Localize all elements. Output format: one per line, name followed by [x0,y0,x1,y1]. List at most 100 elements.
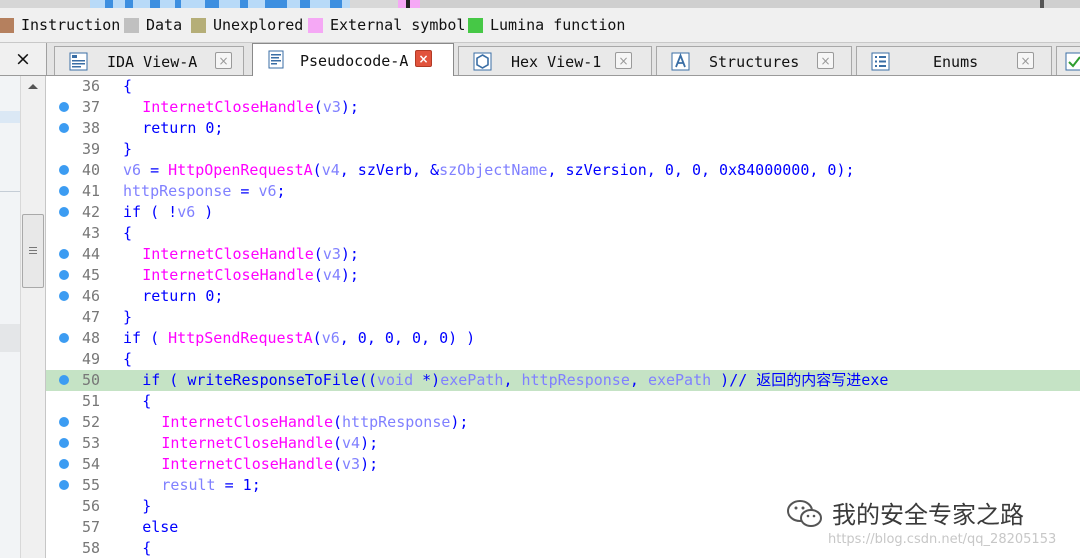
code-line[interactable]: 49 { [46,349,1080,370]
tab-hex-view-1[interactable]: Hex View-1 × [458,46,652,75]
breakpoint-dot-icon[interactable] [59,102,69,112]
code-line[interactable]: 52 InternetCloseHandle(httpResponse); [46,412,1080,433]
code-text: InternetCloseHandle(v3); [161,455,378,474]
breakpoint-dot-icon[interactable] [59,249,69,259]
code-token: { [123,350,133,368]
code-line[interactable]: 40 v6 = HttpOpenRequestA(v4, szVerb, &szO… [46,160,1080,181]
code-line[interactable]: 39} [46,139,1080,160]
breakpoint-dot-icon[interactable] [59,333,69,343]
code-token: ( [332,413,343,431]
code-token: return 0; [142,287,224,305]
code-token: = [231,182,259,200]
tab-structures[interactable]: Structures × [656,46,852,75]
breakpoint-dot-icon[interactable] [59,123,69,133]
code-line[interactable]: 42 if ( !v6 ) [46,202,1080,223]
code-line[interactable]: 43 { [46,223,1080,244]
code-line[interactable]: 48 if ( HttpSendRequestA(v6, 0, 0, 0, 0) … [46,328,1080,349]
pseudocode-view[interactable]: 36{37 InternetCloseHandle(v3); 38 return 0;… [46,76,1080,558]
code-line[interactable]: 37 InternetCloseHandle(v3); [46,97,1080,118]
line-number: 53 [81,434,100,452]
pseudocode-icon [268,50,284,69]
code-text: return 0; [142,119,223,138]
line-number: 58 [81,539,100,557]
function-name: InternetCloseHandle [161,434,333,452]
legend-swatch [0,17,14,33]
code-line-highlighted[interactable]: 50 if ( writeResponseToFile((void *)exePa… [46,370,1080,391]
vertical-scrollbar[interactable] [20,76,46,558]
tab-label: Enums [933,53,979,71]
code-token: ); [340,245,359,263]
code-line[interactable]: 53 InternetCloseHandle(v4); [46,433,1080,454]
code-text: if ( HttpSendRequestA(v6, 0, 0, 0, 0) ) [123,329,475,348]
breakpoint-dot-icon[interactable] [59,375,69,385]
legend-item-unexplored: Unexplored [191,16,303,34]
code-line[interactable]: 51 { [46,391,1080,412]
breakpoint-dot-icon[interactable] [59,417,69,427]
legend-bar: Instruction Data Unexplored External sym… [0,8,1080,43]
grip-line [29,247,37,248]
code-text: InternetCloseHandle(v4); [161,434,378,453]
code-line[interactable]: 36 { [46,76,1080,97]
scrollbar-thumb[interactable] [22,214,44,288]
code-token: , szVerb, & [339,161,440,179]
selected-row[interactable] [0,111,20,123]
legend-label: Lumina function [490,16,626,34]
code-text: } [123,140,132,159]
code-line[interactable]: 47} [46,307,1080,328]
close-icon[interactable]: × [817,52,834,69]
code-token: ); [450,413,469,431]
graph-view-icon [69,52,88,71]
breakpoint-dot-icon[interactable] [59,438,69,448]
tab-pseudocode-a[interactable]: Pseudocode-A × [252,43,454,76]
code-token: { [123,224,133,242]
identifier: v6 [177,203,196,221]
scroll-up-arrow-icon[interactable] [21,76,45,98]
breakpoint-dot-icon[interactable] [59,207,69,217]
identifier: v3 [322,98,341,116]
tab-ida-view-a[interactable]: IDA View-A × [54,46,244,75]
code-line[interactable]: 38 return 0; [46,118,1080,139]
code-line[interactable]: 41 httpResponse = v6; [46,181,1080,202]
line-number: 41 [81,182,100,200]
legend-item-lumina-function: Lumina function [468,16,625,34]
navigation-band[interactable] [0,0,1080,8]
left-panel[interactable] [0,76,20,558]
line-number: 38 [81,119,100,137]
code-text: InternetCloseHandle(v3); [142,245,359,264]
code-line[interactable]: 44 InternetCloseHandle(v3); [46,244,1080,265]
tab-label: Pseudocode-A [300,52,409,70]
line-number: 55 [81,476,100,494]
tab-enums[interactable]: Enums × [856,46,1052,75]
function-name: InternetCloseHandle [142,266,314,284]
close-panel-button[interactable]: × [0,43,47,75]
breakpoint-dot-icon[interactable] [59,165,69,175]
code-token: else [142,518,179,536]
code-text: v6 = HttpOpenRequestA(v4, szVerb, &szObj… [123,161,855,180]
function-name: InternetCloseHandle [161,413,333,431]
list-row[interactable] [0,324,20,352]
line-number: 40 [81,161,100,179]
code-line[interactable]: 54 InternetCloseHandle(v3); [46,454,1080,475]
breakpoint-dot-icon[interactable] [59,270,69,280]
line-number: 45 [81,266,100,284]
code-text: if ( writeResponseToFile((void *)exePath… [142,371,888,390]
breakpoint-dot-icon[interactable] [59,291,69,301]
code-line[interactable]: 46 return 0; [46,286,1080,307]
code-line[interactable]: 45 InternetCloseHandle(v4); [46,265,1080,286]
breakpoint-dot-icon[interactable] [59,186,69,196]
close-icon[interactable]: × [415,50,432,67]
code-token: ( [313,266,323,284]
close-icon[interactable]: × [215,52,232,69]
breakpoint-dot-icon[interactable] [59,459,69,469]
line-number: 48 [81,329,100,347]
code-token: = 1; [215,476,261,494]
close-icon[interactable]: × [1017,52,1034,69]
line-number: 51 [81,392,100,410]
function-name: InternetCloseHandle [161,455,333,473]
close-icon[interactable]: × [615,52,632,69]
tab-more[interactable] [1056,46,1080,75]
code-token: ( [313,245,323,263]
code-token: { [142,539,152,557]
breakpoint-dot-icon[interactable] [59,480,69,490]
function-name: InternetCloseHandle [142,245,314,263]
